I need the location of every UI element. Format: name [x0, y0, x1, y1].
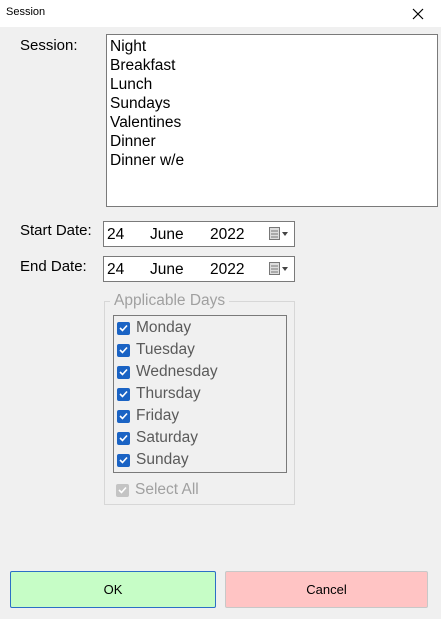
session-item-valentines[interactable]: Valentines [110, 113, 437, 132]
day-label: Thursday [136, 385, 201, 402]
day-label: Saturday [136, 429, 199, 446]
session-item-breakfast[interactable]: Breakfast [110, 56, 437, 75]
start-date-picker[interactable]: 24 June 2022 [103, 221, 295, 247]
select-all-label: Select All [135, 481, 199, 498]
day-item-friday[interactable]: Friday [117, 405, 179, 427]
checkbox-checked-icon[interactable] [117, 453, 130, 467]
checkbox-checked-icon[interactable] [117, 321, 130, 335]
day-item-wednesday[interactable]: Wednesday [117, 361, 218, 383]
day-label: Monday [136, 319, 192, 336]
start-date-label: Start Date: [20, 222, 92, 239]
session-item-lunch[interactable]: Lunch [110, 75, 437, 94]
day-label: Friday [136, 407, 180, 424]
end-date-picker[interactable]: 24 June 2022 [103, 256, 295, 282]
day-label: Sunday [136, 451, 189, 468]
group-border [229, 301, 295, 302]
calendar-dropdown-icon[interactable] [269, 227, 289, 241]
calendar-dropdown-icon[interactable] [269, 262, 289, 276]
checkbox-checked-disabled-icon[interactable] [116, 483, 129, 497]
day-item-sunday[interactable]: Sunday [117, 449, 189, 471]
day-label: Tuesday [136, 341, 195, 358]
end-date-month[interactable]: June [150, 261, 184, 279]
start-date-year[interactable]: 2022 [210, 226, 244, 244]
close-icon [412, 8, 424, 19]
checkbox-checked-icon[interactable] [117, 409, 130, 423]
end-date-label: End Date: [20, 258, 87, 275]
session-item-sundays[interactable]: Sundays [110, 94, 437, 113]
title-bar: Session [0, 0, 441, 27]
day-item-thursday[interactable]: Thursday [117, 383, 201, 405]
day-label: Wednesday [136, 363, 218, 380]
checkbox-checked-icon[interactable] [117, 343, 130, 357]
end-date-year[interactable]: 2022 [210, 261, 244, 279]
window-title: Session [6, 6, 46, 18]
ok-button[interactable]: OK [10, 571, 216, 608]
select-all-checkbox[interactable]: Select All [116, 479, 199, 501]
session-item-dinner[interactable]: Dinner [110, 132, 437, 151]
start-date-month[interactable]: June [150, 226, 184, 244]
checkbox-checked-icon[interactable] [117, 387, 130, 401]
day-item-tuesday[interactable]: Tuesday [117, 339, 195, 361]
session-list[interactable]: Night Breakfast Lunch Sundays Valentines… [106, 34, 438, 207]
start-date-day[interactable]: 24 [107, 226, 124, 244]
session-item-dinner-we[interactable]: Dinner w/e [110, 151, 437, 170]
group-border [104, 301, 110, 302]
session-label: Session: [20, 37, 78, 54]
cancel-button[interactable]: Cancel [225, 571, 428, 608]
applicable-days-legend: Applicable Days [114, 292, 226, 309]
day-item-saturday[interactable]: Saturday [117, 427, 198, 449]
checkbox-checked-icon[interactable] [117, 431, 130, 445]
checkbox-checked-icon[interactable] [117, 365, 130, 379]
session-item-night[interactable]: Night [110, 37, 437, 56]
day-item-monday[interactable]: Monday [117, 317, 191, 339]
end-date-day[interactable]: 24 [107, 261, 124, 279]
close-button[interactable] [395, 0, 441, 27]
applicable-days-list[interactable]: Monday Tuesday Wednesday Thursday Friday… [113, 315, 287, 473]
